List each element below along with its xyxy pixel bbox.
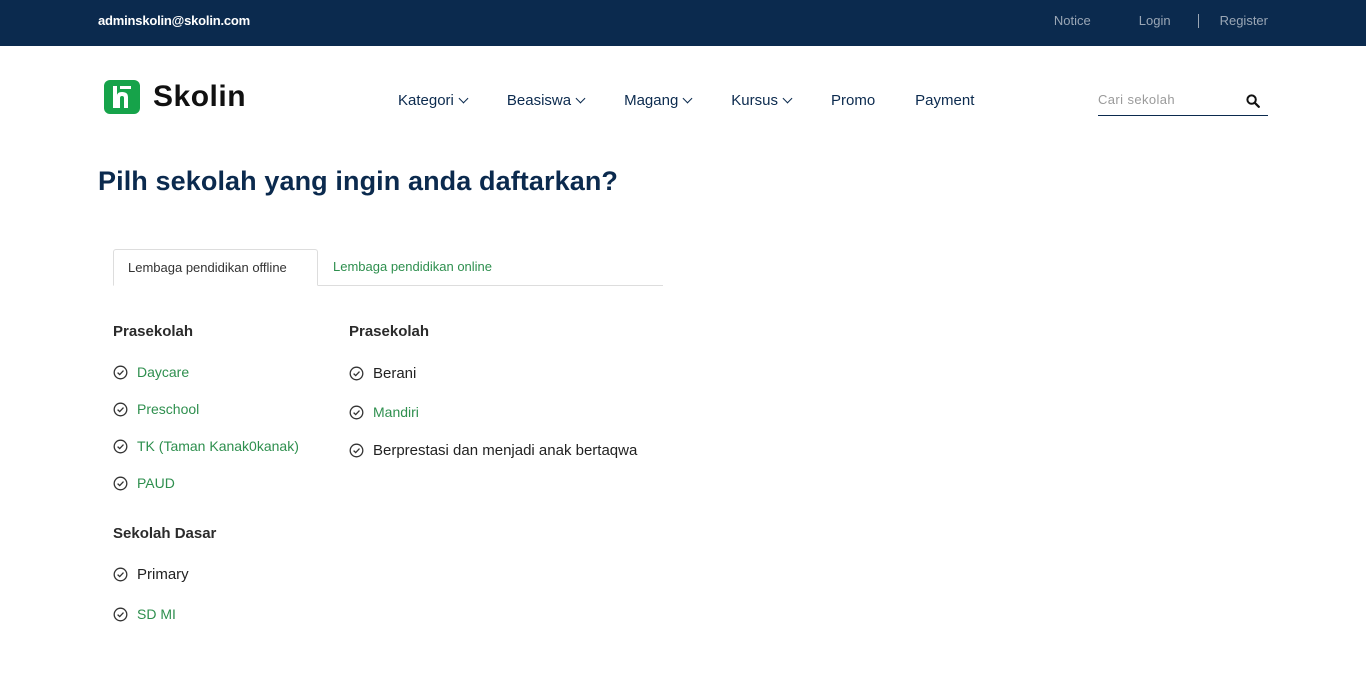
list-item[interactable]: Mandiri: [349, 404, 419, 420]
tab-offline[interactable]: Lembaga pendidikan offline: [113, 249, 318, 286]
page-title: Pilh sekolah yang ingin anda daftarkan?: [98, 166, 619, 196]
check-circle-icon: [113, 365, 128, 379]
list-item[interactable]: Daycare: [113, 364, 189, 380]
group-heading-prasekolah-right: Prasekolah: [349, 323, 430, 340]
chevron-down-icon: [782, 93, 793, 104]
check-circle-icon: [113, 567, 128, 582]
item-label: TK (Taman Kanak0kanak): [137, 438, 299, 454]
main-header: Skolin Kategori Beasiswa Magang Kursus P…: [0, 46, 1366, 146]
nav-kursus[interactable]: Kursus: [731, 92, 793, 109]
chevron-down-icon: [682, 93, 693, 104]
item-label: Berprestasi dan menjadi anak bertaqwa: [373, 442, 638, 459]
check-circle-icon: [349, 366, 364, 381]
nav-magang[interactable]: Magang: [624, 92, 693, 109]
group-heading-prasekolah: Prasekolah: [113, 323, 194, 340]
item-label: Mandiri: [373, 404, 419, 420]
item-label: Preschool: [137, 401, 200, 417]
user-email: adminskolin@skolin.com: [98, 13, 251, 28]
tab-bar: Lembaga pendidikan offline Lembaga pendi…: [113, 249, 663, 286]
item-label: PAUD: [137, 475, 175, 491]
check-circle-icon: [113, 607, 128, 621]
list-item[interactable]: SD MI: [113, 606, 176, 622]
list-item[interactable]: Berani: [349, 365, 416, 382]
main-nav: Kategori Beasiswa Magang Kursus Promo Pa…: [398, 92, 974, 109]
logo-glyph-icon: [113, 86, 131, 108]
search-input[interactable]: [1098, 92, 1238, 107]
logo-mark-icon: [104, 80, 140, 114]
item-label: SD MI: [137, 606, 176, 622]
item-label: Berani: [373, 365, 417, 382]
nav-label: Payment: [915, 92, 975, 109]
list-item[interactable]: PAUD: [113, 475, 175, 491]
nav-label: Kategori: [398, 92, 454, 109]
item-label: Daycare: [137, 364, 190, 380]
nav-label: Promo: [830, 92, 876, 109]
register-link[interactable]: Register: [1220, 13, 1268, 28]
top-links: Notice Login Register: [1054, 13, 1268, 28]
list-item[interactable]: TK (Taman Kanak0kanak): [113, 438, 299, 454]
nav-promo[interactable]: Promo: [831, 92, 875, 109]
check-circle-icon: [349, 405, 364, 419]
nav-kategori[interactable]: Kategori: [398, 92, 469, 109]
brand-name: Skolin: [153, 80, 247, 113]
list-item[interactable]: Primary: [113, 566, 189, 583]
divider: [1197, 13, 1199, 28]
check-circle-icon: [113, 402, 128, 416]
check-circle-icon: [113, 476, 128, 490]
list-item[interactable]: Berprestasi dan menjadi anak bertaqwa: [349, 442, 637, 459]
chevron-down-icon: [575, 93, 586, 104]
notice-link[interactable]: Notice: [1054, 13, 1091, 28]
top-bar: adminskolin@skolin.com Notice Login Regi…: [0, 0, 1366, 46]
nav-label: Kursus: [731, 92, 778, 109]
logo[interactable]: Skolin: [104, 80, 246, 114]
nav-label: Beasiswa: [506, 92, 572, 109]
tab-online[interactable]: Lembaga pendidikan online: [319, 249, 506, 286]
nav-payment[interactable]: Payment: [915, 92, 974, 109]
search-box: [1098, 92, 1268, 116]
group-heading-sekolah-dasar: Sekolah Dasar: [113, 525, 217, 542]
check-circle-icon: [349, 443, 364, 458]
item-label: Primary: [137, 566, 189, 583]
list-item[interactable]: Preschool: [113, 401, 199, 417]
login-link[interactable]: Login: [1139, 13, 1171, 28]
nav-beasiswa[interactable]: Beasiswa: [506, 92, 586, 109]
check-circle-icon: [113, 439, 128, 453]
nav-label: Magang: [624, 92, 679, 109]
search-icon[interactable]: [1246, 94, 1260, 108]
chevron-down-icon: [458, 93, 469, 104]
